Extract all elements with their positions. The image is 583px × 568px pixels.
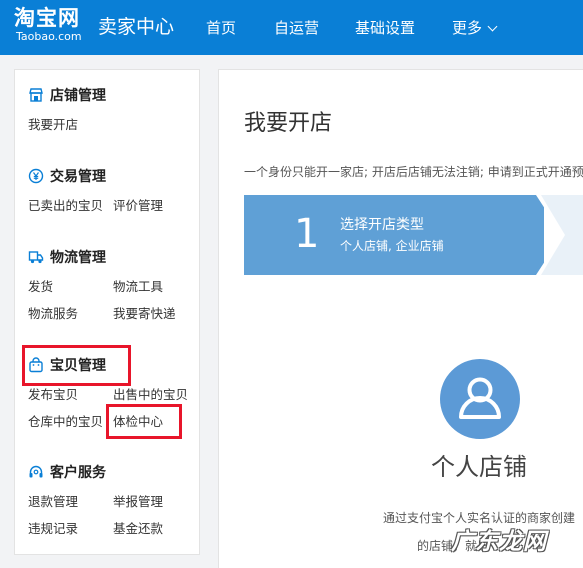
section-title-text: 店铺管理 (50, 88, 106, 104)
link-items-on-sale[interactable]: 出售中的宝贝 (113, 387, 188, 403)
nav-home[interactable]: 首页 (206, 18, 236, 38)
link-reviews[interactable]: 评价管理 (113, 198, 163, 214)
open-store-notice: 一个身份只能开一家店; 开店后店铺无法注销; 申请到正式开通预计 (244, 165, 583, 179)
yen-icon (28, 168, 44, 184)
headset-icon (29, 465, 43, 478)
step-1-active: 1 选择开店类型 个人店铺, 企业店铺 (244, 195, 544, 275)
step-number: 1 (294, 211, 320, 257)
nav-more-label: 更多 (452, 19, 483, 37)
main-content: 我要开店 一个身份只能开一家店; 开店后店铺无法注销; 申请到正式开通预计 1 … (218, 69, 583, 568)
seller-center-title: 卖家中心 (98, 16, 175, 38)
link-report-management[interactable]: 举报管理 (113, 494, 163, 510)
link-open-store[interactable]: 我要开店 (28, 117, 78, 133)
section-trade-management: 交易管理 (28, 168, 106, 186)
section-store-management: 店铺管理 (28, 87, 106, 105)
truck-icon (28, 251, 44, 264)
link-items-in-warehouse[interactable]: 仓库中的宝贝 (28, 414, 103, 430)
link-refund-management[interactable]: 退款管理 (28, 494, 78, 510)
section-title-text: 物流管理 (50, 250, 106, 266)
step-2-inactive (541, 195, 583, 275)
store-icon (29, 88, 43, 102)
link-fund-repayment[interactable]: 基金还款 (113, 521, 163, 537)
personal-shop-title: 个人店铺 (431, 453, 527, 481)
top-navigation-bar: 淘宝网 Taobao.com 卖家中心 首页 自运营 基础设置 更多 (0, 0, 583, 55)
section-title-text: 交易管理 (50, 169, 106, 185)
taobao-logo[interactable]: 淘宝网 Taobao.com (14, 5, 82, 43)
step-title: 选择开店类型 (340, 217, 424, 233)
link-logistics-tools[interactable]: 物流工具 (113, 279, 163, 295)
link-sold-items[interactable]: 已卖出的宝贝 (28, 198, 103, 214)
highlight-box-health-check (106, 404, 182, 439)
personal-shop-desc-line1: 通过支付宝个人实名认证的商家创建 (383, 511, 576, 525)
watermark: 广东龙网 (451, 529, 547, 555)
link-logistics-service[interactable]: 物流服务 (28, 306, 78, 322)
link-publish-item[interactable]: 发布宝贝 (28, 387, 78, 403)
page-title: 我要开店 (244, 111, 333, 136)
nav-self-operation[interactable]: 自运营 (274, 18, 319, 38)
logo-sub-text: Taobao.com (16, 30, 82, 43)
chevron-down-icon (487, 21, 498, 32)
step-subtitle: 个人店铺, 企业店铺 (340, 239, 444, 253)
section-logistics-management: 物流管理 (28, 249, 106, 267)
nav-more[interactable]: 更多 (452, 18, 498, 38)
personal-shop-avatar[interactable] (440, 359, 520, 439)
highlight-box-item-management (22, 345, 131, 386)
link-violation-records[interactable]: 违规记录 (28, 521, 78, 537)
sidebar: 店铺管理 我要开店 交易管理 已卖出的宝贝 评价管理 物流管理 发货 物流工具 … (14, 69, 200, 555)
logo-main-text: 淘宝网 (14, 6, 80, 30)
nav-basic-settings[interactable]: 基础设置 (355, 18, 415, 38)
section-customer-service: 客户服务 (28, 464, 106, 482)
link-send-express[interactable]: 我要寄快递 (113, 306, 176, 322)
link-ship[interactable]: 发货 (28, 279, 53, 295)
person-icon (459, 377, 501, 419)
section-title-text: 客户服务 (50, 465, 106, 481)
